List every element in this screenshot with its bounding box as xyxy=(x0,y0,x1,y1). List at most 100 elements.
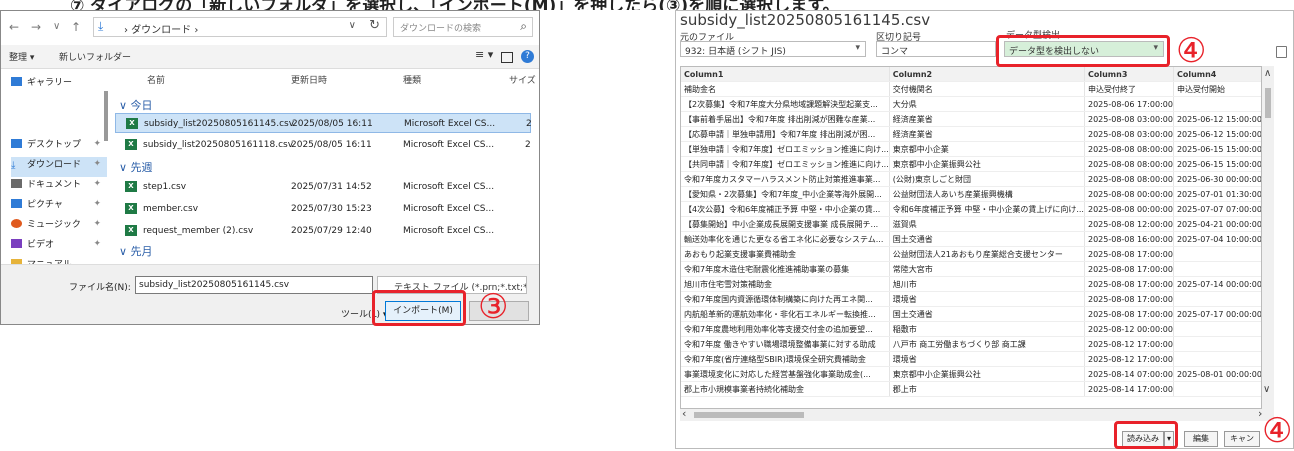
group-header-last-month[interactable]: ∨ 先月 xyxy=(119,243,153,259)
table-cell: 2025-08-08 00:00:00 xyxy=(1084,186,1174,202)
table-row: 事業環境変化に対応した経営基盤強化事業助成金(... 東京都中小企業振興公社 202… xyxy=(681,366,1261,382)
nav-item-downloads[interactable]: ⤓ ダウンロード ✦ xyxy=(11,157,107,177)
table-row: 【事前着手届出】令和7年度 排出削減が困難な産業... 経済産業省 2025-08-… xyxy=(681,111,1261,127)
scroll-down-icon[interactable]: ∨ xyxy=(1263,384,1270,395)
download-folder-icon: ⤓ xyxy=(98,19,104,33)
file-date: 2025/07/31 14:52 xyxy=(291,182,372,192)
nav-item-videos[interactable]: ビデオ ✦ xyxy=(11,237,107,257)
column-header-date[interactable]: 更新日時 xyxy=(291,73,327,86)
column-header[interactable]: Column3 xyxy=(1084,67,1174,82)
download-icon: ⤓ xyxy=(11,160,16,171)
address-breadcrumb[interactable]: › ダウンロード › xyxy=(124,21,198,36)
file-row[interactable]: X member.csv 2025/07/30 15:23 Microsoft … xyxy=(115,199,531,219)
pin-icon: ✦ xyxy=(93,159,101,169)
table-cell xyxy=(1173,96,1261,112)
table-row: 【2次募集】令和7年度大分県地域課題解決型起業支... 大分県 2025-08-06… xyxy=(681,96,1261,112)
table-cell: 事業環境変化に対応した経営基盤強化事業助成金(... xyxy=(681,366,890,382)
file-row[interactable]: X request_member (2).csv 2025/07/29 12:4… xyxy=(115,221,531,241)
scroll-up-icon[interactable]: ∧ xyxy=(1264,68,1271,79)
table-row: 郡上市小規模事業者持続化補助金 郡上市 2025-08-14 17:00:00 xyxy=(681,381,1261,397)
vertical-scrollbar[interactable]: ∧ ∨ xyxy=(1262,66,1274,409)
search-box[interactable]: ダウンロードの検索 ⌕ xyxy=(393,17,533,37)
column-header-type[interactable]: 種類 xyxy=(403,73,421,86)
nav-item-gallery[interactable]: ギャラリー xyxy=(11,75,107,95)
nav-item-documents[interactable]: ドキュメント ✦ xyxy=(11,177,107,197)
nav-scrollbar[interactable] xyxy=(104,91,108,141)
file-name: step1.csv xyxy=(143,182,187,192)
address-bar[interactable]: ⤓ › ダウンロード › ∨ ↻ xyxy=(93,17,387,37)
table-cell: 2025-08-06 17:00:00 xyxy=(1084,96,1174,112)
horizontal-scrollbar[interactable]: ‹ › xyxy=(680,407,1274,421)
nav-item-music[interactable]: ミュージック ✦ xyxy=(11,217,107,237)
chevron-down-icon[interactable]: ∨ xyxy=(349,20,356,31)
table-cell: 令和7年度木造住宅耐震化推進補助事業の募集 xyxy=(681,261,890,277)
group-header-last-week[interactable]: ∨ 先週 xyxy=(119,159,153,175)
import-preview-window: subsidy_list20250805161145.csv 元のファイル 93… xyxy=(675,10,1294,449)
table-cell: 2025-04-21 00:00:00 xyxy=(1173,216,1261,232)
gallery-icon xyxy=(11,77,22,86)
file-name: request_member (2).csv xyxy=(143,226,254,236)
nav-item-desktop[interactable]: デスクトップ ✦ xyxy=(11,137,107,157)
table-cell: 2025-06-12 15:00:00 xyxy=(1173,126,1261,142)
new-folder-button[interactable]: 新しいフォルダー xyxy=(59,50,131,63)
file-date: 2025/07/29 12:40 xyxy=(291,226,372,236)
nav-item-pictures[interactable]: ピクチャ ✦ xyxy=(11,197,107,217)
help-icon[interactable]: ? xyxy=(521,50,534,63)
back-icon[interactable]: ← xyxy=(9,20,19,34)
table-cell: 2025-08-08 17:00:00 xyxy=(1084,246,1174,262)
excel-file-icon: X xyxy=(125,181,137,192)
table-cell: 環境省 xyxy=(889,291,1085,307)
scrollbar-thumb[interactable] xyxy=(694,412,804,418)
column-header[interactable]: Column2 xyxy=(889,67,1085,82)
table-cell: 2025-08-08 08:00:00 xyxy=(1084,156,1174,172)
column-header-size[interactable]: サイズ xyxy=(509,73,536,86)
table-cell: 旭川市住宅雪対策補助金 xyxy=(681,276,890,292)
group-header-today[interactable]: ∨ 今日 xyxy=(119,97,153,113)
table-cell: 2025-06-15 15:00:00 xyxy=(1173,156,1261,172)
step-marker-3: ③ xyxy=(478,287,509,327)
edit-button[interactable]: 編集 xyxy=(1184,431,1218,447)
table-cell: 【募集開始】中小企業成長展開支援事業 成長展開チ... xyxy=(681,216,890,232)
highlight-load xyxy=(1114,421,1178,449)
table-cell: 令和7年度(省庁連絡型SBIR)環境保全研究費補助金 xyxy=(681,351,890,367)
recent-locations-icon[interactable]: ∨ xyxy=(53,21,60,32)
file-row[interactable]: X subsidy_list20250805161118.csv 2025/08… xyxy=(115,135,531,155)
table-cell: 令和7年度国内資源循環体制構築に向けた再エネ関... xyxy=(681,291,890,307)
navigation-pane: ギャラリー デスクトップ ✦ ⤓ ダウンロード ✦ ドキュメント ✦ ピクチャ ✦ ミュー… xyxy=(1,69,113,270)
table-cell: (公財)東京しごと財団 xyxy=(889,171,1085,187)
scrollbar-thumb[interactable] xyxy=(1265,88,1271,118)
preview-pane-icon[interactable] xyxy=(501,52,513,63)
view-options-icon[interactable]: ≡ ▾ xyxy=(475,48,493,61)
file-date: 2025/08/05 16:11 xyxy=(291,140,372,150)
table-cell: 2025-08-08 00:00:00 xyxy=(1084,201,1174,217)
file-type: Microsoft Excel CS... xyxy=(403,182,495,192)
refresh-icon[interactable]: ↻ xyxy=(369,18,380,33)
music-icon xyxy=(11,219,22,228)
organize-button[interactable]: 整理 ▾ xyxy=(9,50,34,63)
table-cell: 2025-06-15 15:00:00 xyxy=(1173,141,1261,157)
table-cell: 【2次募集】令和7年度大分県地域課題解決型起業支... xyxy=(681,96,890,112)
table-row: 内航船革新的運航効率化・非化石エネルギー転換推... 国土交通省 2025-08-0… xyxy=(681,306,1261,322)
settings-icon[interactable] xyxy=(1276,46,1287,58)
excel-file-icon: X xyxy=(126,118,138,129)
column-header[interactable]: Column1 xyxy=(681,67,890,82)
table-cell xyxy=(1173,246,1261,262)
file-name: subsidy_list20250805161145.csv xyxy=(144,119,295,129)
up-icon[interactable]: ↑ xyxy=(71,20,81,34)
table-cell: 経済産業省 xyxy=(889,126,1085,142)
file-row[interactable]: X subsidy_list20250805161145.csv 2025/08… xyxy=(115,113,532,133)
delimiter-select[interactable]: コンマ xyxy=(876,41,996,57)
origin-select[interactable]: 932: 日本語 (シフト JIS) ▾ xyxy=(680,41,866,57)
scroll-left-icon[interactable]: ‹ xyxy=(682,407,686,420)
navigation-bar: ← → ∨ ↑ ⤓ › ダウンロード › ∨ ↻ ダウンロードの検索 ⌕ xyxy=(1,11,539,45)
table-row: 令和7年度(省庁連絡型SBIR)環境保全研究費補助金 環境省 2025-08-12 … xyxy=(681,351,1261,367)
column-header-name[interactable]: 名前 xyxy=(147,73,165,86)
filename-input[interactable]: subsidy_list20250805161145.csv xyxy=(135,276,373,294)
table-row: 【愛知県・2次募集】令和7年度_中小企業等海外展開... 公益財団法人あいち産業振… xyxy=(681,186,1261,202)
table-cell: 2025-07-04 10:00:00 xyxy=(1173,231,1261,247)
file-name: subsidy_list20250805161118.csv xyxy=(143,140,294,150)
forward-icon[interactable]: → xyxy=(31,20,41,34)
cancel-button[interactable]: キャン xyxy=(1224,431,1260,447)
file-row[interactable]: X step1.csv 2025/07/31 14:52 Microsoft E… xyxy=(115,177,531,197)
file-size: 2 xyxy=(525,140,531,150)
